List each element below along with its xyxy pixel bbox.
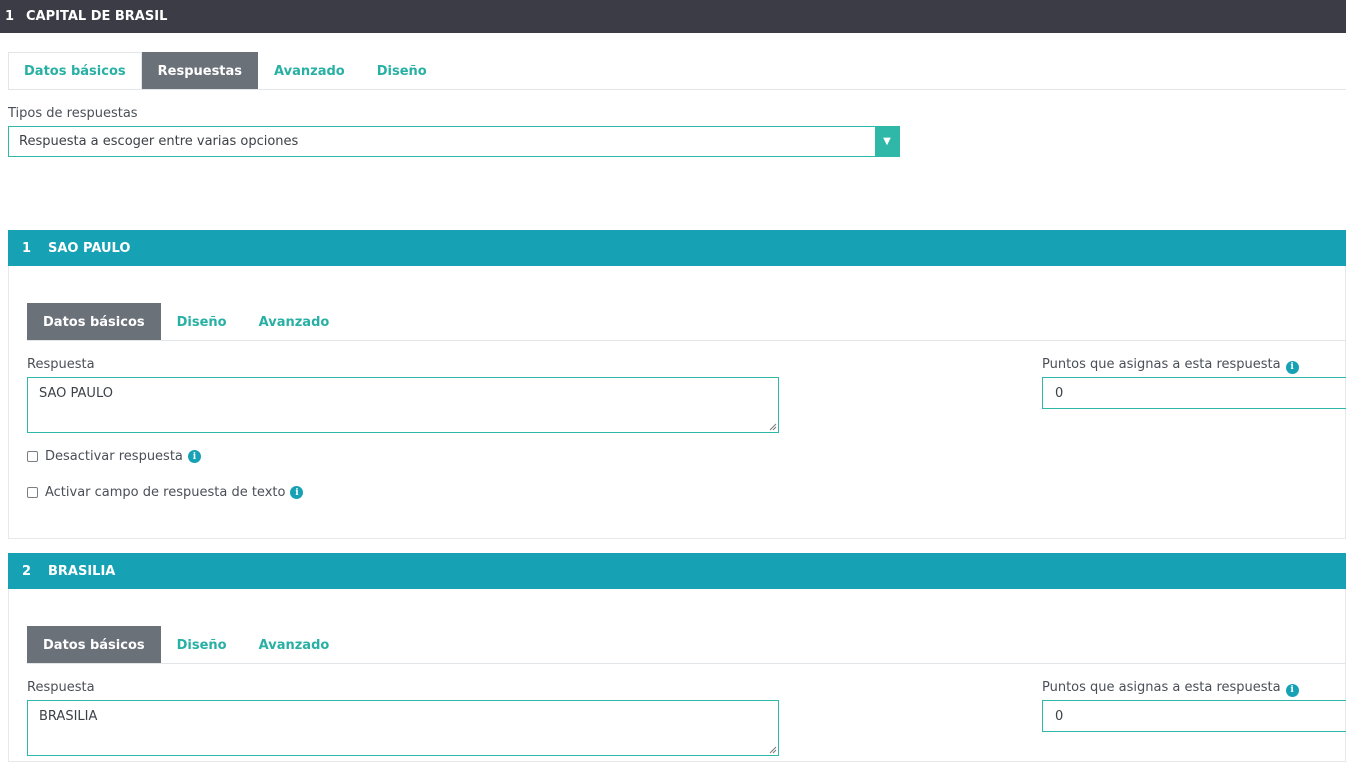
- resize-handle-icon[interactable]: [769, 423, 777, 431]
- chevron-down-icon[interactable]: ▼: [875, 127, 899, 156]
- answer-1-title: SAO PAULO: [48, 240, 131, 256]
- answer-2-points-input[interactable]: 0: [1042, 700, 1346, 732]
- answer-types-select[interactable]: Respuesta a escoger entre varias opcione…: [8, 126, 900, 157]
- answer-2-tab-diseno[interactable]: Diseño: [161, 626, 243, 663]
- answer-1-tab-avanzado[interactable]: Avanzado: [243, 303, 346, 340]
- question-title: CAPITAL DE BRASIL: [26, 9, 168, 24]
- answer-1-points-value: 0: [1055, 385, 1064, 401]
- answer-2-points-value: 0: [1055, 708, 1064, 724]
- answer-2-tab-avanzado[interactable]: Avanzado: [243, 626, 346, 663]
- info-icon[interactable]: i: [290, 486, 304, 499]
- answer-2-tab-datos-basicos[interactable]: Datos básicos: [27, 626, 161, 663]
- answer-1-respuesta-value: SAO PAULO: [39, 386, 113, 401]
- answer-1-textfield-label: Activar campo de respuesta de texto: [45, 485, 286, 500]
- question-number: 1: [5, 9, 15, 24]
- answer-1-points-label: Puntos que asignas a esta respuesta i: [1042, 357, 1299, 374]
- answer-1-respuesta-label: Respuesta: [27, 357, 95, 372]
- answer-types-label: Tipos de respuestas: [8, 106, 138, 121]
- answer-1-disable-label: Desactivar respuesta: [45, 449, 183, 464]
- answer-2-number: 2: [22, 563, 32, 579]
- answer-1-points-input[interactable]: 0: [1042, 377, 1346, 409]
- info-icon[interactable]: i: [1285, 683, 1299, 697]
- question-tabs: Datos básicos Respuestas Avanzado Diseño: [8, 52, 1346, 90]
- answer-1-tabs: Datos básicos Diseño Avanzado: [27, 303, 1346, 341]
- answer-1-textfield-row: Activar campo de respuesta de texto i: [27, 485, 304, 500]
- answer-2-respuesta-textarea[interactable]: BRASILIA: [27, 700, 779, 756]
- answer-1-tab-datos-basicos[interactable]: Datos básicos: [27, 303, 161, 340]
- tab-datos-basicos[interactable]: Datos básicos: [8, 52, 142, 89]
- answer-2-tabs: Datos básicos Diseño Avanzado: [27, 626, 1346, 664]
- question-header: 1 CAPITAL DE BRASIL: [0, 0, 1346, 33]
- tab-diseno[interactable]: Diseño: [361, 52, 443, 89]
- answer-1-tab-diseno[interactable]: Diseño: [161, 303, 243, 340]
- answer-types-value: Respuesta a escoger entre varias opcione…: [19, 134, 299, 149]
- info-icon[interactable]: i: [1285, 360, 1299, 374]
- answer-2-points-label: Puntos que asignas a esta respuesta i: [1042, 680, 1299, 697]
- answer-1-disable-row: Desactivar respuesta i: [27, 449, 201, 464]
- answer-2-title: BRASILIA: [48, 563, 116, 579]
- resize-handle-icon[interactable]: [769, 746, 777, 754]
- tab-respuestas[interactable]: Respuestas: [141, 52, 259, 89]
- answer-2-respuesta-value: BRASILIA: [39, 709, 98, 724]
- answer-1-header[interactable]: 1 SAO PAULO: [8, 230, 1346, 266]
- info-icon[interactable]: i: [187, 450, 201, 463]
- tab-avanzado[interactable]: Avanzado: [258, 52, 361, 89]
- answer-1-respuesta-textarea[interactable]: SAO PAULO: [27, 377, 779, 433]
- answer-2-respuesta-label: Respuesta: [27, 680, 95, 695]
- answer-1-number: 1: [22, 240, 32, 256]
- answer-1-textfield-checkbox[interactable]: [27, 487, 38, 498]
- answer-2-header[interactable]: 2 BRASILIA: [8, 553, 1346, 589]
- answer-1-disable-checkbox[interactable]: [27, 451, 38, 462]
